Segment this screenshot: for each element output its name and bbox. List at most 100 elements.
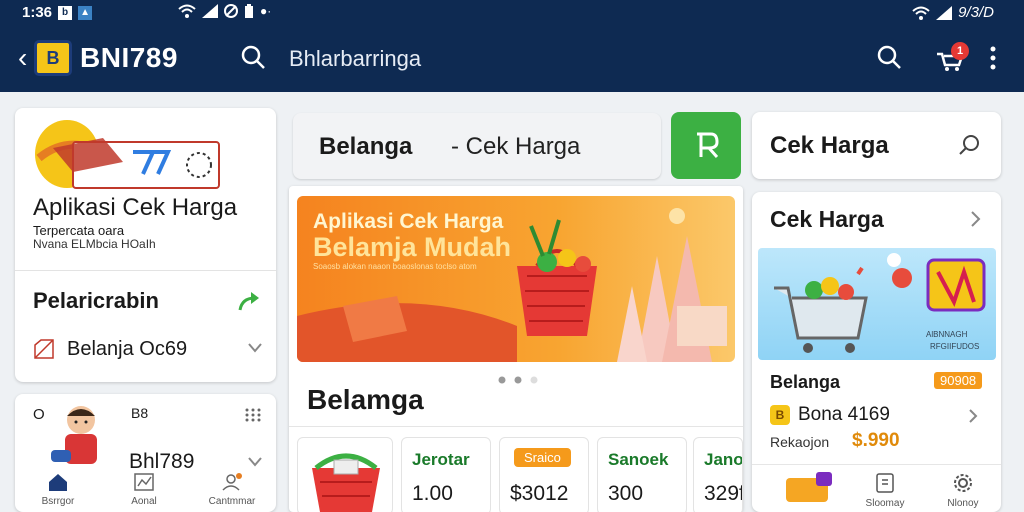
app-bar: ‹ B BNI789 Bhlarbarringa 1 (0, 26, 1024, 92)
app-subtitle-2: Nvana ELMbcia HOaIh (33, 237, 156, 251)
search-query[interactable]: Bhlarbarringa (289, 46, 421, 72)
product-tile[interactable]: Sanoek 300 (597, 437, 687, 512)
tile-value: 1.00 (412, 482, 453, 505)
product-image[interactable]: AlBNNAGH RFGIIFUDOS (758, 248, 996, 360)
home-icon (49, 474, 67, 491)
cek-harga-search[interactable]: Cek Harga (752, 112, 1001, 179)
battery-icon (245, 4, 253, 18)
carousel-dots[interactable] (498, 375, 542, 385)
nav-label: Sloomay (865, 498, 905, 509)
app-title: Aplikasi Cek Harga (33, 194, 238, 221)
nav-label: Aonal (131, 496, 157, 507)
nav-item-account[interactable]: Cantmmar (197, 472, 267, 507)
main-content-card: Aplikasi Cek Harga Belamja Mudah Soaosb … (289, 186, 743, 512)
bottom-nav: Bsrrgor Aonal Cantmmar (15, 472, 276, 512)
image-icon: ▲ (78, 5, 93, 20)
price-label: Rekaojon (770, 434, 830, 450)
chevron-right-icon[interactable] (970, 210, 982, 228)
share-arrow-icon[interactable] (237, 290, 261, 312)
price-value: $.990 (852, 430, 900, 451)
clipboard-icon (876, 473, 894, 493)
wifi-icon (178, 4, 196, 18)
divider (289, 426, 743, 427)
tile-badge: Sraico (514, 448, 571, 467)
app-logo: B (34, 40, 72, 76)
grid-icon[interactable] (245, 408, 261, 422)
app-subtitle: Terpercata oara (33, 223, 125, 238)
divider (752, 464, 1001, 465)
filter-button[interactable] (671, 112, 741, 179)
status-right-text: 9/3/D (958, 4, 994, 21)
bag-icon (786, 472, 832, 502)
nav-label: Bsrrgor (41, 496, 75, 507)
signal-icon (936, 5, 953, 20)
product-tile[interactable]: Sraico $3012 (499, 437, 589, 512)
nav-item-settings[interactable]: Nlonoy (928, 472, 998, 509)
shopping-row[interactable]: Belanja Oc69 (33, 336, 263, 362)
search-secondary-text: - Cek Harga (451, 133, 581, 160)
product-tag: 90908 (934, 372, 983, 389)
product-tile[interactable] (297, 437, 393, 512)
profile-name: Bhl789 (129, 450, 195, 473)
tile-label: Jano (704, 450, 743, 469)
section-title: Cek Harga (770, 206, 884, 232)
nav-item-activity[interactable]: Aonal (109, 472, 179, 507)
search-icon[interactable] (240, 44, 266, 70)
more-icon[interactable] (988, 45, 998, 71)
search-icon[interactable] (958, 134, 980, 156)
tile-value: 300 (608, 482, 644, 505)
brand-banner-logo (35, 120, 220, 189)
search-icon[interactable] (876, 44, 902, 70)
gear-icon (954, 474, 972, 492)
product-tile[interactable]: Jerotar 1.00 (401, 437, 491, 512)
price-check-card: Cek Harga AlBNNAGH RFGIIFUDOS Belanga 90… (752, 192, 1001, 512)
nav-item-store[interactable]: Sloomay (850, 472, 920, 509)
chevron-right-icon[interactable] (968, 408, 978, 424)
row-label: Belanja Oc69 (67, 338, 188, 360)
nav-item-featured[interactable] (768, 472, 838, 506)
nav-item-home[interactable]: Bsrrgor (23, 472, 93, 507)
app-info-card: Aplikasi Cek Harga Terpercata oara Nvana… (15, 108, 276, 382)
search-primary-text: Belanga (319, 133, 413, 160)
tile-value: 329f (704, 482, 743, 505)
section-title: Pelaricrabin (33, 288, 159, 313)
nav-label: Nlonoy (947, 498, 979, 509)
chart-icon (134, 473, 154, 491)
back-icon[interactable]: ‹ (18, 44, 27, 72)
chevron-down-icon[interactable] (247, 456, 263, 468)
nav-label: Cantmmar (208, 496, 256, 507)
price-row: Rekaojon $.990 (770, 430, 900, 451)
cart-badge: 1 (951, 42, 969, 60)
profile-card: O B8 Bhl789 Bsrrgor Aonal Cantmmar (15, 394, 276, 512)
banner-line-3: Soaosb alokan naaon boaoslonas toclso at… (313, 262, 477, 271)
dots-icon: ●· (260, 4, 272, 18)
status-icons: ●· (178, 4, 271, 18)
tag-icon (34, 339, 54, 359)
filter-icon (697, 132, 719, 158)
product-row[interactable]: B Bona 4169 (770, 404, 990, 426)
mascot-image (51, 406, 97, 464)
product-name: Belanga (770, 372, 841, 392)
banner-line-2: Belamja Mudah (313, 232, 512, 262)
status-bar: 1:36 b ▲ ●· 9/3/D (0, 0, 1024, 26)
tile-value: $3012 (510, 482, 569, 505)
basket-image (312, 453, 380, 512)
chevron-down-icon[interactable] (247, 342, 263, 354)
account-icon (222, 473, 242, 491)
tile-label: Jerotar (412, 450, 470, 469)
notification-icon: b (58, 5, 73, 20)
wifi-icon (912, 6, 930, 20)
row-label: Bona 4169 (798, 404, 890, 425)
brand-title: BNI789 (80, 42, 178, 73)
right-bottom-nav: Sloomay Nlonoy (758, 472, 998, 512)
product-search-box[interactable]: Belanga - Cek Harga (293, 113, 661, 179)
store-icon: B (770, 405, 790, 425)
signal-icon (202, 4, 218, 18)
product-tile[interactable]: Jano 329f (693, 437, 743, 512)
mini-label: B8 (131, 405, 149, 421)
no-data-icon (224, 4, 238, 18)
image-caption: AlBNNAGH (926, 330, 968, 339)
cek-harga-title: Cek Harga (770, 132, 889, 159)
promo-banner[interactable]: Aplikasi Cek Harga Belamja Mudah Soaosb … (297, 196, 735, 362)
banner-line-1: Aplikasi Cek Harga (313, 210, 504, 233)
